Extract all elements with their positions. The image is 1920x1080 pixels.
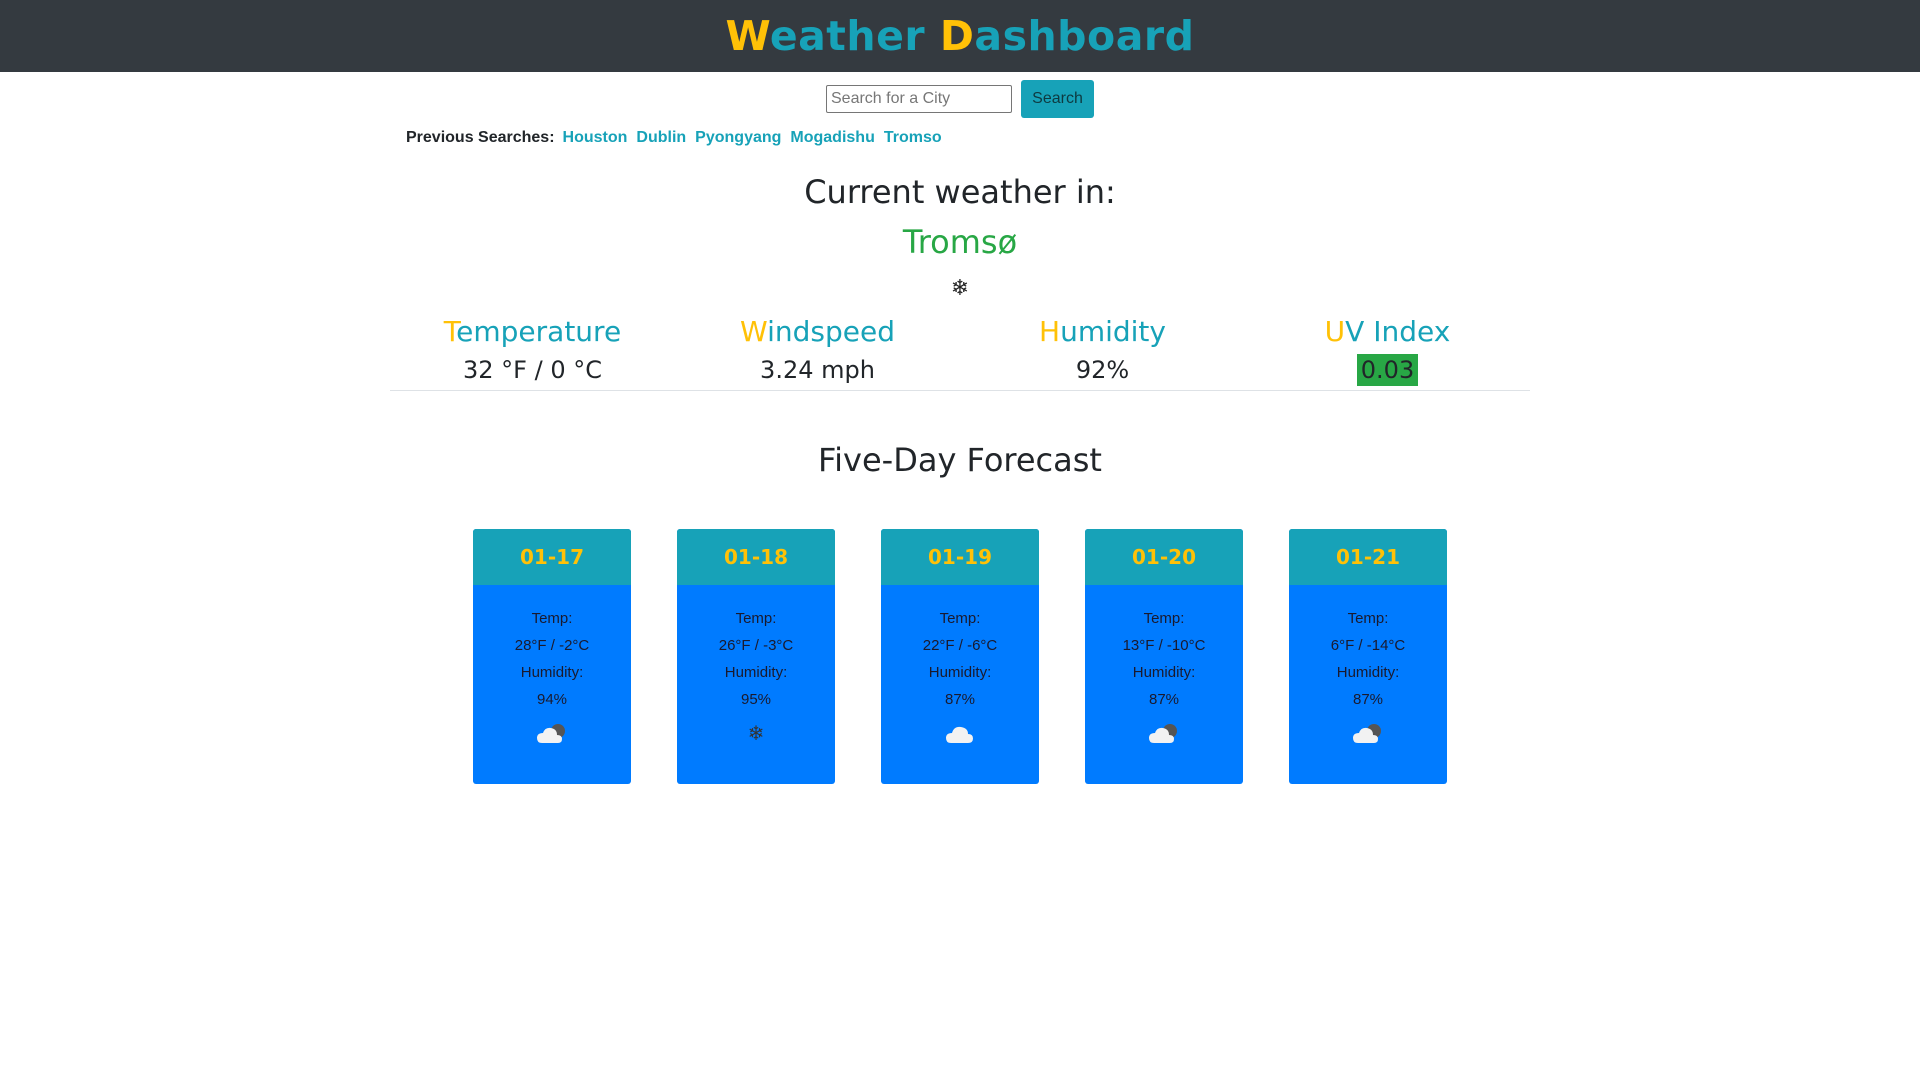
forecast-card: 01-20 Temp: 13°F / -10°C Humidity: 87% <box>1085 529 1243 784</box>
humidity-label-rest: umidity <box>1060 315 1166 348</box>
windspeed-label: Windspeed <box>675 315 960 348</box>
app-header: Weather Dashboard <box>0 0 1920 72</box>
forecast-card: 01-19 Temp: 22°F / -6°C Humidity: 87% <box>881 529 1039 784</box>
temperature-label-rest: emperature <box>456 315 622 348</box>
temp-value: 6°F / -14°C <box>1330 637 1406 654</box>
windspeed-value: 3.24 mph <box>760 356 875 384</box>
humidity-label-initial: H <box>1039 315 1061 348</box>
search-input[interactable] <box>826 85 1012 113</box>
previous-searches-label: Previous Searches: <box>406 129 555 146</box>
title-ashboard: ashboard <box>974 12 1195 60</box>
humidity-value: 87% <box>1148 691 1180 708</box>
partly-cloudy-icon <box>473 721 631 751</box>
windspeed-label-initial: W <box>740 315 768 348</box>
forecast-cards: 01-17 Temp: 28°F / -2°C Humidity: 94% 01… <box>0 529 1920 784</box>
temp-label: Temp: <box>531 610 573 627</box>
humidity-label: Humidity: <box>520 664 584 681</box>
forecast-card: 01-21 Temp: 6°F / -14°C Humidity: 87% <box>1289 529 1447 784</box>
previous-searches: Previous Searches: Houston Dublin Pyongy… <box>406 127 1920 149</box>
previous-search-houston[interactable]: Houston <box>563 129 628 147</box>
humidity-label: Humidity: <box>1336 664 1400 681</box>
partly-cloudy-icon <box>1085 721 1243 751</box>
snowflake-icon: ❄ <box>747 723 765 745</box>
forecast-title: Five-Day Forecast <box>818 441 1102 479</box>
uv-index-badge: 0.03 <box>1356 354 1419 386</box>
humidity-stat: Humidity 92% <box>960 315 1245 386</box>
uv-index-label-rest: V Index <box>1345 315 1451 348</box>
forecast-date: 01-18 <box>677 529 835 585</box>
temp-label: Temp: <box>1347 610 1389 627</box>
temp-value: 28°F / -2°C <box>514 637 590 654</box>
previous-search-tromso[interactable]: Tromso <box>884 129 942 147</box>
humidity-value: 95% <box>740 691 772 708</box>
snowflake-icon: ❄ <box>950 275 970 300</box>
temp-label: Temp: <box>1143 610 1185 627</box>
temp-label: Temp: <box>939 610 981 627</box>
uv-index-label: UV Index <box>1245 315 1530 348</box>
previous-search-pyongyang[interactable]: Pyongyang <box>695 129 781 147</box>
search-button[interactable]: Search <box>1021 80 1094 118</box>
humidity-value: 92% <box>1075 356 1130 384</box>
search-bar: Search <box>0 80 1920 118</box>
humidity-label: Humidity: <box>1132 664 1196 681</box>
forecast-date: 01-17 <box>473 529 631 585</box>
previous-search-mogadishu[interactable]: Mogadishu <box>790 129 874 147</box>
uv-index-label-initial: U <box>1324 315 1346 348</box>
partly-cloudy-icon <box>1289 721 1447 751</box>
humidity-label: Humidity <box>960 315 1245 348</box>
uv-index-stat: UV Index 0.03 <box>1245 315 1530 386</box>
windspeed-stat: Windspeed 3.24 mph <box>675 315 960 386</box>
humidity-value: 94% <box>536 691 568 708</box>
forecast-card: 01-17 Temp: 28°F / -2°C Humidity: 94% <box>473 529 631 784</box>
windspeed-label-rest: indspeed <box>767 315 895 348</box>
previous-search-dublin[interactable]: Dublin <box>636 129 686 147</box>
forecast-date: 01-21 <box>1289 529 1447 585</box>
temperature-label: Temperature <box>390 315 675 348</box>
humidity-value: 87% <box>944 691 976 708</box>
humidity-label: Humidity: <box>724 664 788 681</box>
page-title: Weather Dashboard <box>726 12 1195 60</box>
temperature-value: 32 °F / 0 °C <box>463 356 602 384</box>
temperature-stat: Temperature 32 °F / 0 °C <box>390 315 675 386</box>
title-eather: eather <box>769 12 940 60</box>
temp-value: 13°F / -10°C <box>1122 637 1206 654</box>
temp-value: 22°F / -6°C <box>922 637 998 654</box>
current-weather-title: Current weather in: <box>804 173 1116 211</box>
forecast-card: 01-18 Temp: 26°F / -3°C Humidity: 95% ❄ <box>677 529 835 784</box>
current-stats: Temperature 32 °F / 0 °C Windspeed 3.24 … <box>390 315 1530 391</box>
humidity-label: Humidity: <box>928 664 992 681</box>
humidity-value: 87% <box>1352 691 1384 708</box>
current-city: Tromsø <box>902 223 1018 261</box>
forecast-date: 01-20 <box>1085 529 1243 585</box>
uv-index-value: 0.03 <box>1245 354 1530 386</box>
cloud-icon <box>881 721 1039 751</box>
title-d: D <box>939 12 975 60</box>
temp-label: Temp: <box>735 610 777 627</box>
forecast-date: 01-19 <box>881 529 1039 585</box>
title-w: W <box>725 12 770 60</box>
temp-value: 26°F / -3°C <box>718 637 794 654</box>
temperature-label-initial: T <box>443 315 457 348</box>
